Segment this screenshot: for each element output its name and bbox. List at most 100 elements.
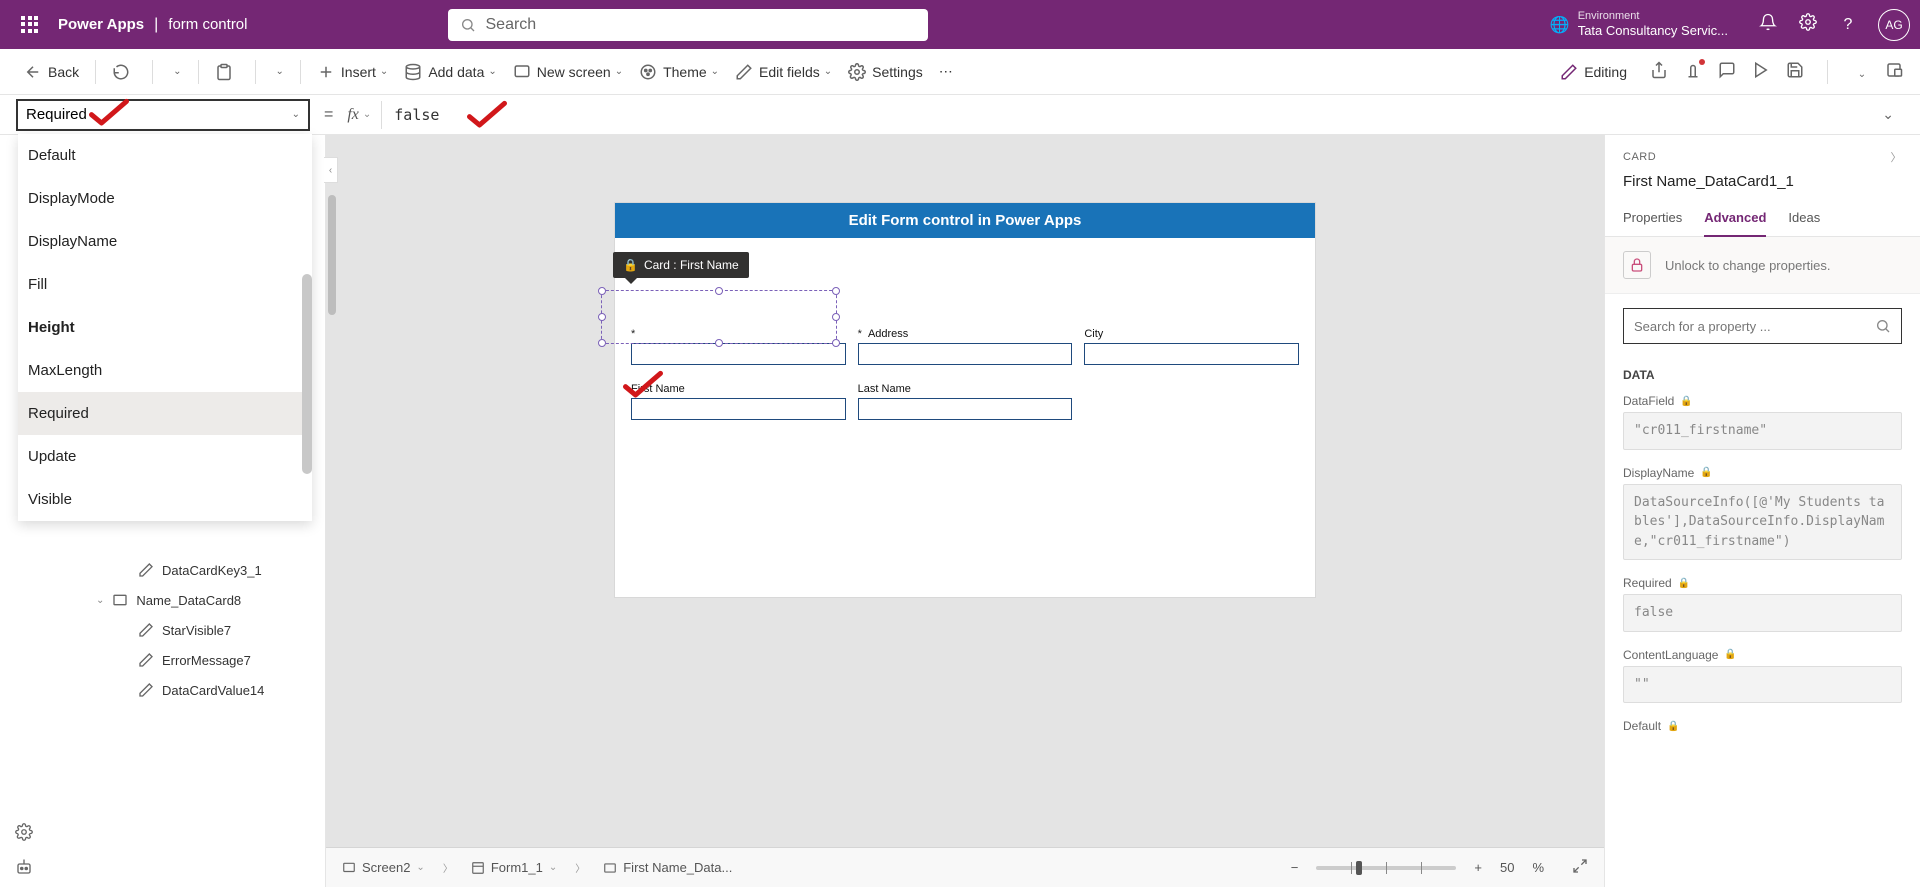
lock-mini-icon: 🔒 [1700, 467, 1712, 478]
globe-icon: 🌐 [1550, 15, 1570, 35]
property-option[interactable]: MaxLength [18, 349, 312, 392]
property-option[interactable]: Default [18, 134, 312, 177]
selection-tooltip: 🔒 Card : First Name [613, 252, 749, 278]
command-bar: Back ⌄ ⌄ Insert⌄ Add data⌄ New screen⌄ T… [0, 49, 1920, 95]
tree-item[interactable]: StarVisible7 [0, 615, 325, 645]
property-value[interactable]: "cr011_firstname" [1623, 412, 1902, 450]
zoom-out-icon[interactable]: − [1291, 860, 1299, 875]
fx-chevron[interactable]: ⌄ [363, 109, 371, 120]
text-input[interactable] [858, 398, 1073, 420]
field-card[interactable]: Last Name [858, 383, 1073, 420]
property-option[interactable]: Visible [18, 478, 312, 521]
zoom-unit: % [1532, 860, 1544, 875]
help-icon[interactable]: ? [1828, 16, 1868, 34]
property-option[interactable]: Fill [18, 263, 312, 306]
title-separator: | [154, 16, 158, 34]
save-icon[interactable] [1785, 61, 1805, 82]
undo-more[interactable]: ⌄ [161, 60, 189, 83]
paste-button[interactable] [207, 57, 247, 87]
property-search-input[interactable] [1634, 319, 1875, 334]
field-card[interactable]: City [1084, 328, 1299, 365]
property-label: Required [1623, 576, 1672, 590]
property-value[interactable]: DataSourceInfo([@'My Students tables'],D… [1623, 484, 1902, 561]
fx-icon[interactable]: fx [347, 106, 359, 124]
back-button[interactable]: Back [16, 57, 87, 87]
property-label: DisplayName [1623, 466, 1694, 480]
tree-item[interactable]: DataCardValue14 [0, 675, 325, 705]
property-option[interactable]: DisplayMode [18, 177, 312, 220]
canvas-scrollbar[interactable] [326, 191, 338, 843]
preview-icon[interactable] [1751, 61, 1771, 82]
waffle-icon[interactable] [10, 16, 50, 34]
panel-expand-icon[interactable]: 〉 [1891, 149, 1903, 165]
property-option[interactable]: DisplayName [18, 220, 312, 263]
panel-tab[interactable]: Ideas [1788, 210, 1820, 236]
unlock-banner[interactable]: Unlock to change properties. [1605, 237, 1920, 294]
property-option[interactable]: Required [18, 392, 312, 435]
fit-screen-icon[interactable] [1572, 858, 1588, 877]
property-label: Default [1623, 719, 1661, 733]
property-value[interactable]: false [1623, 594, 1902, 632]
comments-icon[interactable] [1717, 61, 1737, 82]
formula-expand[interactable]: ⌄ [1872, 106, 1904, 123]
chevron-down-icon: ⌄ [292, 109, 300, 120]
add-data-button[interactable]: Add data⌄ [396, 57, 504, 87]
text-input[interactable] [858, 343, 1073, 365]
property-selector[interactable]: Required ⌄ [16, 99, 310, 131]
text-input[interactable] [631, 343, 846, 365]
zoom-in-icon[interactable]: + [1474, 860, 1482, 875]
formula-input[interactable]: false [394, 106, 1872, 124]
virtual-agent-icon[interactable] [15, 858, 33, 879]
property-search[interactable] [1623, 308, 1902, 344]
new-screen-button[interactable]: New screen⌄ [505, 57, 631, 87]
theme-button[interactable]: Theme⌄ [631, 57, 727, 87]
zoom-slider[interactable] [1316, 866, 1456, 870]
field-card[interactable]: *Address [858, 328, 1073, 365]
zoom-value: 50 [1500, 860, 1514, 875]
unlock-text: Unlock to change properties. [1665, 258, 1830, 273]
undo-button[interactable] [104, 57, 144, 87]
panel-tab[interactable]: Properties [1623, 210, 1682, 236]
settings-button[interactable]: Settings [840, 57, 931, 87]
tree-item[interactable]: ErrorMessage7 [0, 645, 325, 675]
text-input[interactable] [631, 398, 846, 420]
lock-mini-icon: 🔒 [1667, 721, 1679, 732]
avatar[interactable]: AG [1878, 9, 1910, 41]
property-option[interactable]: Update [18, 435, 312, 478]
scrollbar-thumb[interactable] [302, 274, 312, 474]
app-screen[interactable]: Edit Form control in Power Apps * *Addre… [615, 203, 1315, 597]
equals-sign: = [324, 106, 333, 124]
settings-icon[interactable] [1788, 13, 1828, 36]
property-field: ContentLanguage🔒"" [1605, 642, 1920, 714]
env-label: Environment [1578, 10, 1728, 23]
collapse-tree-icon[interactable]: ‹ [324, 157, 338, 183]
breadcrumb-form[interactable]: Form1_1 ⌄ [471, 860, 557, 875]
env-name: Tata Consultancy Servic... [1578, 23, 1728, 39]
tree-item[interactable]: ⌄Name_DataCard8 [0, 585, 325, 615]
environment-picker[interactable]: 🌐 Environment Tata Consultancy Servic... [1550, 10, 1728, 39]
notifications-icon[interactable] [1748, 13, 1788, 36]
save-more[interactable]: ⌄ [1850, 64, 1870, 80]
share-icon[interactable] [1649, 61, 1669, 82]
insert-button[interactable]: Insert⌄ [309, 57, 396, 87]
breadcrumb-card[interactable]: First Name_Data... [603, 860, 732, 875]
app-checker-icon[interactable] [1683, 61, 1703, 82]
breadcrumb-screen[interactable]: Screen2 ⌄ [342, 860, 425, 875]
lock-mini-icon: 🔒 [1680, 396, 1692, 407]
property-dropdown[interactable]: DefaultDisplayModeDisplayNameFillHeightM… [18, 134, 312, 521]
tree-item[interactable]: DataCardKey3_1 [0, 555, 325, 585]
global-search[interactable]: Search [448, 9, 928, 41]
property-value[interactable]: "" [1623, 666, 1902, 704]
paste-more[interactable]: ⌄ [264, 60, 292, 83]
settings-rail-icon[interactable] [15, 823, 33, 844]
publish-icon[interactable] [1884, 61, 1904, 82]
property-option[interactable]: Height [18, 306, 312, 349]
text-input[interactable] [1084, 343, 1299, 365]
edit-fields-button[interactable]: Edit fields⌄ [727, 57, 840, 87]
more-button[interactable]: ⋯ [931, 57, 961, 86]
field-card-firstname[interactable]: First Name [631, 383, 846, 420]
panel-tab[interactable]: Advanced [1704, 210, 1766, 237]
app-header: Power Apps | form control Search 🌐 Envir… [0, 0, 1920, 49]
editing-mode[interactable]: Editing [1552, 57, 1635, 87]
screen-title: Edit Form control in Power Apps [615, 203, 1315, 238]
